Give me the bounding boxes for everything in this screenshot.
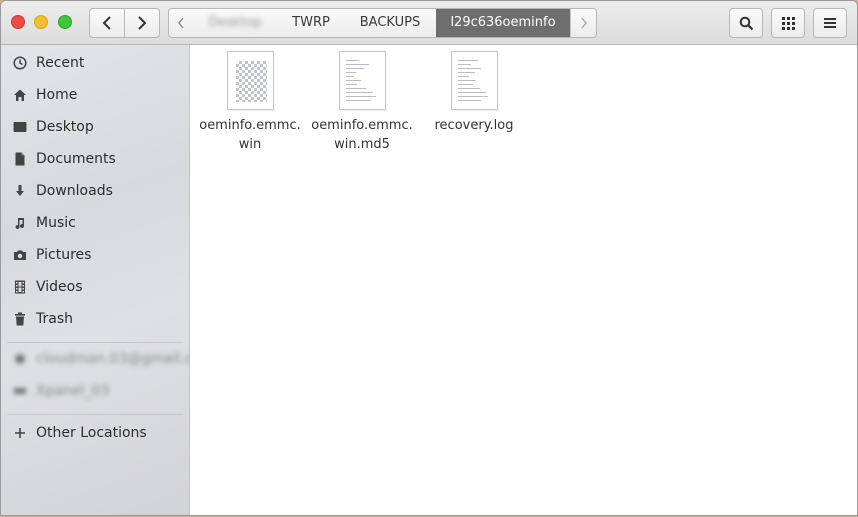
sidebar-item-pictures[interactable]: Pictures: [1, 239, 189, 271]
path-scroll-right-button[interactable]: [570, 9, 596, 37]
sidebar-item-trash[interactable]: Trash: [1, 303, 189, 335]
sidebar-item-recent[interactable]: Recent: [1, 47, 189, 79]
chevron-right-icon: [581, 17, 587, 29]
forward-button[interactable]: [124, 8, 160, 38]
sidebar-item-label: Recent: [36, 55, 85, 71]
sidebar-item-videos[interactable]: Videos: [1, 271, 189, 303]
chevron-left-icon: [178, 17, 184, 29]
grid-icon: [781, 16, 795, 30]
file-name-line: win.md5: [334, 137, 390, 152]
file-name-line: oeminfo.emmc.: [199, 118, 301, 133]
sidebar-item-other-locations[interactable]: Other Locations: [1, 417, 189, 449]
sidebar-item-documents[interactable]: Documents: [1, 143, 189, 175]
sidebar-item-label: Videos: [36, 279, 83, 295]
sidebar-item-downloads[interactable]: Downloads: [1, 175, 189, 207]
sidebar-item-mounted-volume[interactable]: Xpanel_03: [1, 375, 189, 407]
transparency-pattern: [235, 61, 267, 102]
breadcrumb-backups[interactable]: BACKUPS: [345, 9, 435, 37]
music-icon: [13, 216, 27, 230]
file-view: oeminfo.emmc. win oeminfo.emmc. win.md5: [190, 45, 857, 515]
file-name-line: recovery.log: [434, 118, 514, 133]
back-button[interactable]: [89, 8, 125, 38]
path-scroll-left-button[interactable]: [169, 9, 193, 37]
file-item[interactable]: recovery.log: [418, 51, 530, 135]
drive-icon: [13, 384, 27, 398]
hamburger-menu-icon: [824, 18, 836, 28]
sidebar-item-label: Desktop: [36, 119, 94, 135]
file-item[interactable]: oeminfo.emmc. win: [194, 51, 306, 154]
text-lines-preview: [345, 60, 380, 106]
sidebar-item-label: Xpanel_03: [36, 383, 110, 399]
sidebar-item-label: Documents: [36, 151, 116, 167]
sidebar-item-label: Home: [36, 87, 78, 103]
search-button[interactable]: [729, 8, 763, 38]
sidebar-item-label: Trash: [36, 311, 73, 327]
text-file-thumbnail: [450, 51, 498, 110]
file-name: recovery.log: [418, 116, 530, 135]
sidebar-item-account[interactable]: cloudman.03@gmail.c...: [1, 343, 206, 375]
sidebar-item-home[interactable]: Home: [1, 79, 189, 111]
window-close-button[interactable]: [11, 15, 25, 29]
chevron-left-icon: [102, 16, 111, 30]
sidebar-item-label: Downloads: [36, 183, 113, 199]
file-name: oeminfo.emmc. win: [194, 116, 306, 154]
text-file-thumbnail: [338, 51, 386, 110]
image-file-thumbnail: [226, 51, 274, 110]
history-navigation: [89, 8, 161, 38]
search-icon: [739, 16, 753, 30]
folder-icon: [13, 120, 27, 134]
file-manager-window: Desktop TWRP BACKUPS l29c636oeminfo Rece…: [0, 0, 858, 516]
sidebar: Recent Home Desktop Documents Downloads …: [1, 45, 206, 515]
sidebar-item-label: cloudman.03@gmail.c...: [36, 351, 206, 367]
sidebar-item-desktop[interactable]: Desktop: [1, 111, 189, 143]
text-lines-preview: [457, 60, 492, 106]
camera-icon: [13, 248, 27, 262]
chevron-right-icon: [138, 16, 147, 30]
document-icon: [13, 152, 27, 166]
file-item[interactable]: oeminfo.emmc. win.md5: [306, 51, 418, 154]
window-minimize-button[interactable]: [34, 15, 48, 29]
trash-icon: [13, 312, 27, 326]
file-name-line: oeminfo.emmc.: [311, 118, 413, 133]
clock-icon: [13, 56, 27, 70]
home-icon: [13, 88, 27, 102]
plus-icon: [13, 426, 27, 440]
breadcrumb-desktop[interactable]: Desktop: [193, 9, 277, 37]
film-icon: [13, 280, 27, 294]
file-name-line: win: [238, 137, 262, 152]
view-toggle-button[interactable]: [771, 8, 805, 38]
breadcrumb-current-folder[interactable]: l29c636oeminfo: [436, 9, 570, 37]
menu-button[interactable]: [813, 8, 847, 38]
header-bar: Desktop TWRP BACKUPS l29c636oeminfo: [1, 1, 857, 45]
path-bar: Desktop TWRP BACKUPS l29c636oeminfo: [168, 8, 597, 38]
sidebar-item-label: Pictures: [36, 247, 92, 263]
download-icon: [13, 184, 27, 198]
sidebar-item-label: Music: [36, 215, 76, 231]
account-icon: [13, 352, 27, 366]
sidebar-item-music[interactable]: Music: [1, 207, 189, 239]
window-maximize-button[interactable]: [58, 15, 72, 29]
file-name: oeminfo.emmc. win.md5: [306, 116, 418, 154]
sidebar-separator: [7, 414, 183, 415]
sidebar-item-label: Other Locations: [36, 425, 147, 441]
breadcrumb-twrp[interactable]: TWRP: [277, 9, 345, 37]
